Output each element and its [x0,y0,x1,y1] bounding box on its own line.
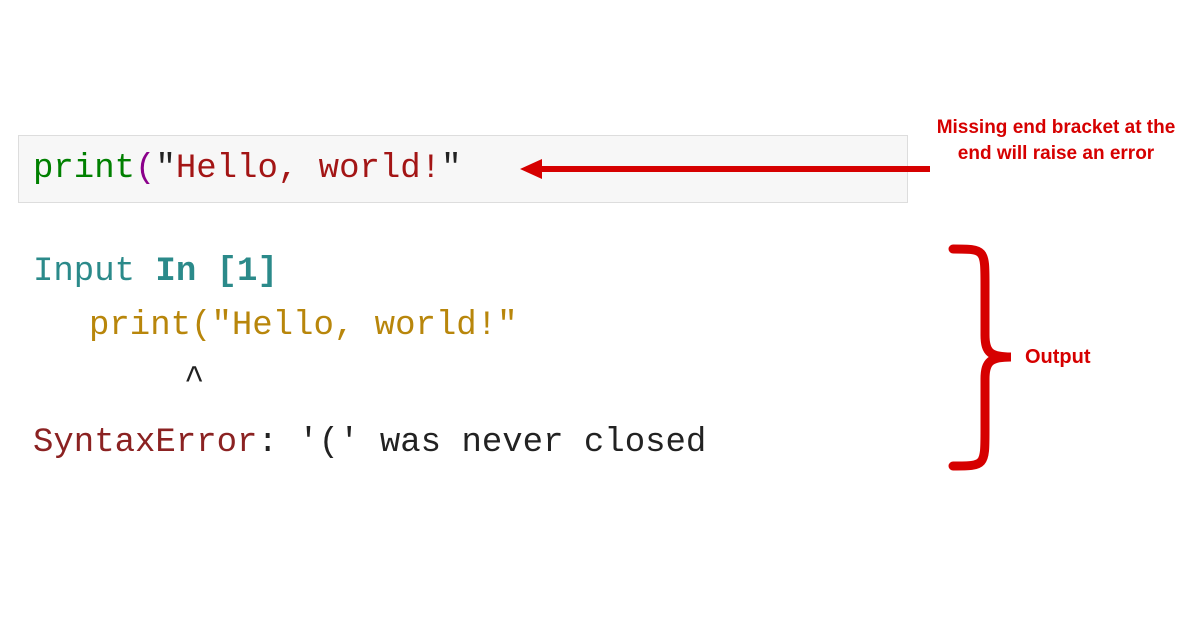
code-token-function: print [33,150,135,188]
output-caret-line: ^ [33,354,706,408]
output-block: Input In [1] print("Hello, world!" ^ Syn… [33,245,706,471]
output-echo-quote-close: " [497,307,517,345]
annotation-output-label: Output [1025,346,1091,369]
output-input-prefix: Input [33,253,155,291]
output-echo-string: Hello, world! [232,307,497,345]
curly-brace-icon [945,245,1015,470]
output-echo-line: print("Hello, world!" [33,299,706,353]
code-token-string: Hello, world! [176,150,441,188]
output-error-name: SyntaxError [33,424,257,462]
output-echo-lparen: ( [191,307,211,345]
output-input-label: In [1] [155,253,277,291]
output-echo-fn: print [89,307,191,345]
code-token-quote-close: " [441,150,461,188]
output-echo-quote-open: " [211,307,231,345]
arrow-left-icon [520,152,940,191]
code-token-lparen: ( [135,150,155,188]
annotation-missing-bracket: Missing end bracket at the end will rais… [936,115,1176,166]
output-input-line: Input In [1] [33,245,706,299]
caret-icon: ^ [184,362,204,400]
code-token-quote-open: " [155,150,175,188]
output-error-message: '(' was never closed [298,424,706,462]
output-error-line: SyntaxError: '(' was never closed [33,416,706,470]
output-error-colon: : [257,424,298,462]
